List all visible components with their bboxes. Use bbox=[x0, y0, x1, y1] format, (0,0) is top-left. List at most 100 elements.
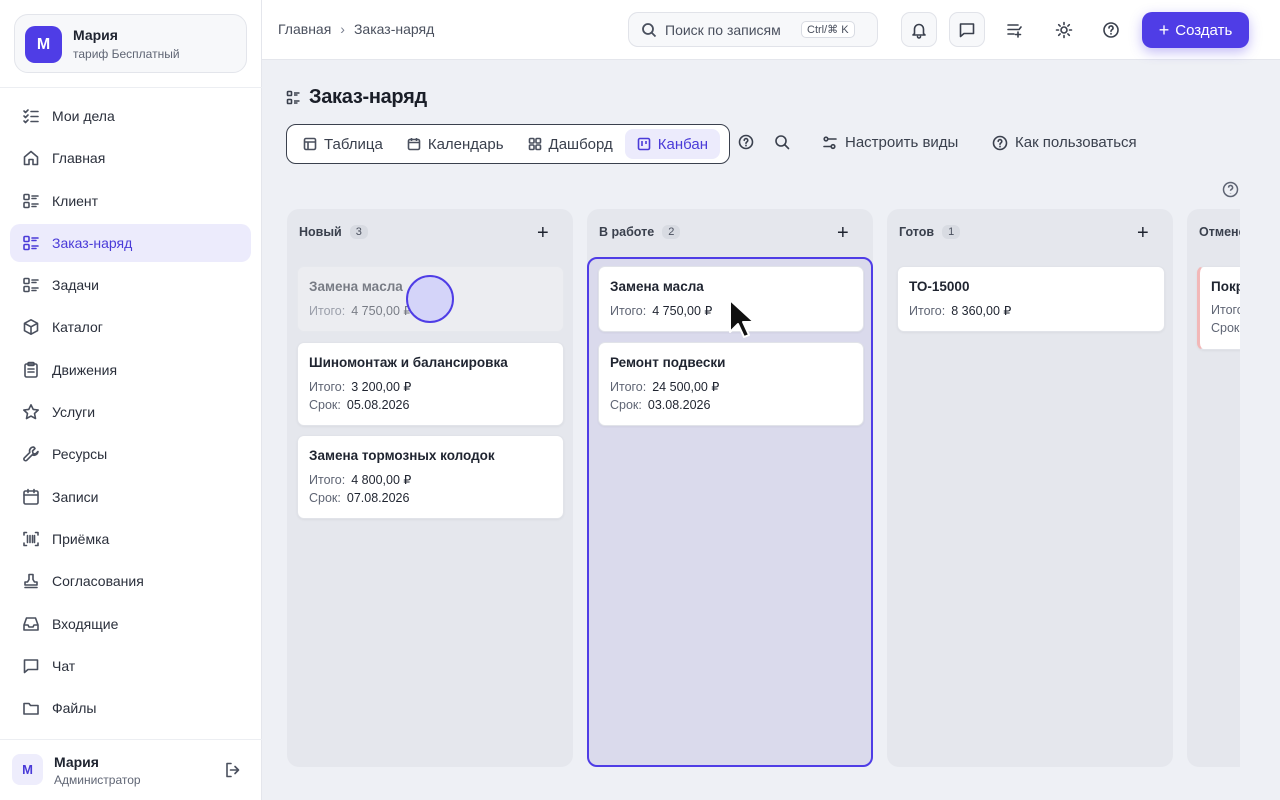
sidebar-item-files[interactable]: Файлы bbox=[10, 689, 251, 727]
card-total: Итого: 4 800,00 ₽ bbox=[309, 473, 412, 487]
sidebar-item-inbox[interactable]: Входящие bbox=[10, 605, 251, 643]
sidebar-item-label: Приёмка bbox=[52, 530, 110, 547]
account-switcher[interactable]: М Мария тариф Бесплатный bbox=[14, 14, 247, 73]
card-due: Срок: bbox=[1211, 321, 1240, 335]
sidebar-item-label: Движения bbox=[52, 361, 118, 378]
barcode-icon bbox=[23, 531, 39, 547]
breadcrumb-current: Заказ-наряд bbox=[353, 21, 435, 37]
logout-button[interactable] bbox=[224, 761, 242, 779]
stamp-icon bbox=[24, 573, 38, 589]
star-icon bbox=[23, 404, 39, 420]
card-title: Замена тормозных колодок bbox=[309, 448, 495, 463]
column-title: Отменён bbox=[1199, 225, 1240, 239]
sliders-icon bbox=[823, 135, 837, 149]
wrench-icon bbox=[23, 446, 39, 462]
tab-label: Календарь bbox=[427, 135, 504, 153]
sidebar-item-services[interactable]: Услуги bbox=[10, 393, 251, 431]
card-title: Замена масла bbox=[610, 279, 704, 294]
column-count: 3 bbox=[349, 225, 368, 239]
page-title: Заказ-наряд bbox=[286, 86, 427, 109]
user-avatar: М bbox=[12, 754, 43, 785]
sidebar-nav: Мои дела Главная Клиент Заказ-наряд Зада… bbox=[10, 97, 251, 731]
list-add-icon bbox=[1007, 23, 1022, 38]
search-records-button[interactable] bbox=[774, 134, 790, 150]
user-profile[interactable]: М Мария Администратор bbox=[12, 752, 252, 788]
notifications-button[interactable] bbox=[901, 12, 937, 47]
kanban-card[interactable]: Замена тормозных колодок Итого: 4 800,00 … bbox=[297, 435, 564, 519]
plus-icon: + bbox=[837, 222, 849, 244]
sidebar-item-home[interactable]: Главная bbox=[10, 139, 251, 177]
kanban-card[interactable]: Покр Итого Срок: bbox=[1197, 266, 1240, 350]
kanban-column-cancelled: Отменён Покр Итого Срок: bbox=[1187, 209, 1240, 767]
sidebar-item-label: Файлы bbox=[52, 700, 97, 717]
tab-label: Канбан bbox=[657, 135, 709, 153]
sidebar-item-resources[interactable]: Ресурсы bbox=[10, 435, 251, 473]
search-input[interactable]: Поиск по записям Ctrl/⌘ K bbox=[628, 12, 878, 47]
tab-dashboard[interactable]: Дашборд bbox=[516, 129, 625, 159]
tab-calendar[interactable]: Календарь bbox=[395, 129, 516, 159]
help-button[interactable] bbox=[1093, 12, 1129, 47]
sidebar-item-tasks[interactable]: Задачи bbox=[10, 266, 251, 304]
kanban-column-done: Готов 1 + ТО-15000 Итого: 8 360,00 ₽ bbox=[887, 209, 1173, 767]
divider bbox=[0, 87, 262, 88]
configure-views-label: Настроить виды bbox=[845, 134, 959, 151]
sidebar-item-approvals[interactable]: Согласования bbox=[10, 562, 251, 600]
sidebar: М Мария тариф Бесплатный Мои дела Главна… bbox=[0, 0, 262, 800]
sidebar-item-label: Главная bbox=[52, 150, 106, 167]
sidebar-item-work-order[interactable]: Заказ-наряд bbox=[10, 223, 251, 262]
theme-toggle[interactable] bbox=[1046, 12, 1082, 47]
table-icon bbox=[303, 137, 317, 151]
divider bbox=[0, 739, 262, 740]
sidebar-item-label: Клиент bbox=[52, 192, 99, 209]
account-name: Мария bbox=[73, 27, 118, 43]
breadcrumb-home[interactable]: Главная bbox=[278, 21, 331, 37]
card-title: ТО-15000 bbox=[909, 279, 970, 294]
sidebar-item-catalog[interactable]: Каталог bbox=[10, 308, 251, 346]
calendar-icon bbox=[407, 138, 421, 151]
list-icon bbox=[23, 277, 39, 293]
card-total: Итого: 8 360,00 ₽ bbox=[909, 304, 1012, 318]
sidebar-item-client[interactable]: Клиент bbox=[10, 182, 251, 220]
tab-kanban[interactable]: Канбан bbox=[624, 129, 721, 159]
account-avatar: М bbox=[25, 26, 62, 63]
configure-views-button[interactable]: Настроить виды bbox=[822, 134, 958, 151]
user-role: Администратор bbox=[54, 773, 141, 787]
list-icon bbox=[23, 235, 39, 251]
user-name: Мария bbox=[54, 754, 99, 770]
search-icon bbox=[642, 22, 657, 37]
queue-button[interactable] bbox=[997, 12, 1033, 47]
sun-icon bbox=[1055, 21, 1073, 38]
kanban-card[interactable]: ТО-15000 Итого: 8 360,00 ₽ bbox=[897, 266, 1165, 332]
add-card-button[interactable]: + bbox=[837, 223, 849, 243]
messages-button[interactable] bbox=[949, 12, 985, 47]
add-card-button[interactable]: + bbox=[537, 223, 549, 243]
sidebar-item-movements[interactable]: Движения bbox=[10, 351, 251, 389]
kanban-card[interactable]: Шиномонтаж и балансировка Итого: 3 200,00… bbox=[297, 342, 564, 426]
card-total: Итого: 3 200,00 ₽ bbox=[309, 380, 412, 394]
add-card-button[interactable]: + bbox=[1137, 223, 1149, 243]
topbar: Главная › Заказ-наряд Поиск по записям C… bbox=[262, 0, 1280, 60]
help-icon bbox=[1222, 181, 1239, 198]
kanban-card[interactable]: Ремонт подвески Итого: 24 500,00 ₽ Срок: 0… bbox=[598, 342, 864, 426]
tab-label: Таблица bbox=[324, 135, 383, 153]
tab-table[interactable]: Таблица bbox=[291, 129, 395, 159]
how-to-use-label: Как пользоваться bbox=[1015, 134, 1137, 151]
search-shortcut: Ctrl/⌘ K bbox=[801, 21, 855, 38]
sidebar-item-chat[interactable]: Чат bbox=[10, 647, 251, 685]
sidebar-item-my-tasks[interactable]: Мои дела bbox=[10, 97, 251, 135]
create-button[interactable]: + Создать bbox=[1142, 12, 1249, 48]
board-help-button[interactable] bbox=[1222, 181, 1239, 203]
column-title: Новый bbox=[299, 225, 342, 239]
card-due: Срок: 07.08.2026 bbox=[309, 491, 410, 505]
sidebar-item-records[interactable]: Записи bbox=[10, 478, 251, 516]
how-to-use-button[interactable]: Как пользоваться bbox=[992, 134, 1137, 151]
card-total: Итого: 24 500,00 ₽ bbox=[610, 380, 720, 394]
column-title: В работе bbox=[599, 225, 655, 239]
help-icon bbox=[738, 134, 754, 150]
card-due: Срок: 05.08.2026 bbox=[309, 398, 410, 412]
box-icon bbox=[23, 319, 39, 336]
views-help-button[interactable] bbox=[738, 134, 754, 150]
sidebar-item-receiving[interactable]: Приёмка bbox=[10, 520, 251, 558]
kanban-icon bbox=[637, 137, 651, 151]
column-header: В работе 2 bbox=[599, 225, 681, 239]
